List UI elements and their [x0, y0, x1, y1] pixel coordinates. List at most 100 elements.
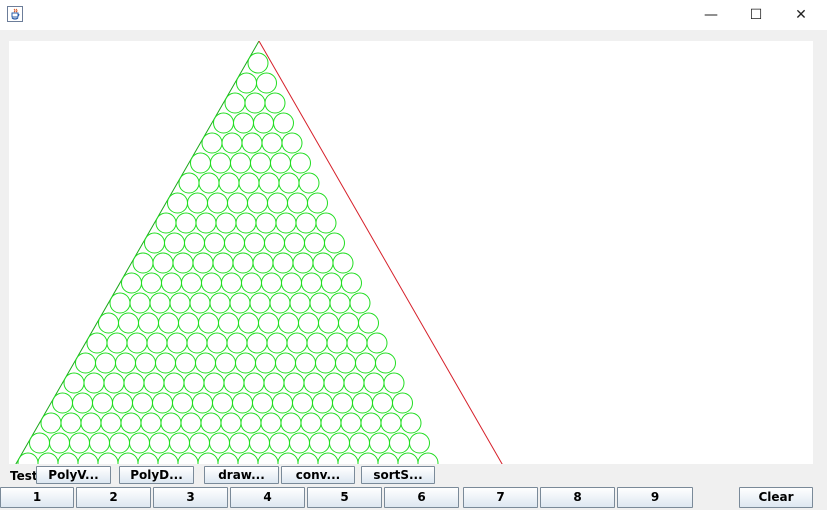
packed-circle [123, 372, 145, 394]
packed-circle [178, 172, 200, 194]
packed-circle [224, 232, 245, 254]
number-button-3[interactable]: 3 [153, 487, 228, 508]
packed-circle [269, 432, 290, 454]
packed-circle [172, 252, 194, 274]
packed-circle [161, 272, 182, 294]
packed-circle [166, 332, 188, 354]
packed-circle [318, 312, 339, 334]
packed-circle [292, 252, 314, 274]
packed-circle [126, 332, 148, 354]
packed-circle [223, 372, 245, 394]
packed-circle [307, 192, 328, 214]
packed-circle [192, 392, 213, 414]
maximize-button[interactable]: ☐ [733, 0, 779, 30]
packed-circle [155, 352, 176, 374]
packed-circle [100, 412, 122, 434]
packed-circle [258, 312, 279, 334]
clear-button[interactable]: Clear [739, 487, 813, 508]
packed-circle [232, 392, 253, 414]
packed-circle [213, 112, 234, 134]
test-label: Test [10, 469, 38, 483]
packed-circle [360, 412, 382, 434]
packed-circle [77, 452, 99, 464]
packed-circle [357, 452, 379, 464]
packed-circle [375, 352, 396, 374]
packed-circle [135, 352, 156, 374]
close-button[interactable]: ✕ [778, 0, 824, 30]
number-button-7[interactable]: 7 [463, 487, 538, 508]
packed-circle [278, 172, 300, 194]
packed-circle [332, 392, 353, 414]
number-button-1[interactable]: 1 [0, 487, 74, 508]
packed-circle [270, 152, 291, 174]
polyv-button[interactable]: PolyV... [36, 466, 111, 484]
packed-circle [349, 292, 371, 314]
number-button-9[interactable]: 9 [617, 487, 693, 508]
packed-circle [349, 432, 370, 454]
number-button-6[interactable]: 6 [384, 487, 459, 508]
packed-circle [315, 212, 337, 234]
packed-circle [240, 412, 262, 434]
packed-circle [40, 412, 62, 434]
packed-circle [264, 232, 285, 254]
packed-circle [329, 432, 350, 454]
packed-circle [97, 452, 119, 464]
sorts-button[interactable]: sortS... [361, 466, 435, 484]
packed-circle [189, 432, 210, 454]
packed-circle [255, 352, 276, 374]
packed-circle [389, 432, 410, 454]
number-button-5[interactable]: 5 [307, 487, 382, 508]
drawing-canvas[interactable] [9, 41, 813, 464]
packed-circle [204, 232, 225, 254]
packed-circle [184, 232, 205, 254]
packed-circle [215, 212, 237, 234]
packed-circle [218, 312, 239, 334]
packed-circle [37, 452, 59, 464]
packed-circle [195, 352, 216, 374]
packed-circle [283, 372, 305, 394]
packed-circle [243, 372, 265, 394]
draw-button[interactable]: draw... [204, 466, 279, 484]
triangle-circle-packing-drawing [15, 41, 503, 464]
number-button-2[interactable]: 2 [76, 487, 151, 508]
packed-circle [227, 192, 248, 214]
packed-circle [306, 332, 328, 354]
packed-circle [341, 272, 362, 294]
packed-circle [337, 452, 359, 464]
packed-circle [49, 432, 70, 454]
conv-button[interactable]: conv... [281, 466, 355, 484]
packed-circle [217, 452, 239, 464]
packed-circle [190, 152, 211, 174]
packed-circle [195, 212, 217, 234]
packed-circle [69, 432, 90, 454]
packed-circle [332, 252, 354, 274]
packed-circle [137, 452, 159, 464]
packed-circle [233, 112, 254, 134]
packed-circle [98, 312, 119, 334]
packed-circle [249, 292, 271, 314]
packed-circle [300, 412, 322, 434]
minimize-button[interactable]: — [688, 0, 734, 30]
packed-circle [203, 372, 225, 394]
packed-circle [129, 292, 151, 314]
polyd-button[interactable]: PolyD... [119, 466, 194, 484]
packed-circle [264, 92, 286, 114]
packed-circle [112, 392, 133, 414]
packed-circle [177, 452, 199, 464]
packed-circle [140, 412, 162, 434]
number-button-8[interactable]: 8 [540, 487, 615, 508]
title-bar: — ☐ ✕ [0, 0, 827, 30]
packed-circle [167, 192, 188, 214]
packed-circle [257, 452, 279, 464]
packed-circle [377, 452, 399, 464]
number-button-4[interactable]: 4 [230, 487, 305, 508]
packed-circle [281, 272, 302, 294]
packed-circle [289, 292, 311, 314]
packed-circle [320, 412, 342, 434]
packed-circle [201, 272, 222, 294]
packed-circle [252, 392, 273, 414]
packed-circle [309, 432, 330, 454]
packed-circle [106, 332, 128, 354]
packed-circle [175, 212, 197, 234]
packed-circle [309, 292, 331, 314]
